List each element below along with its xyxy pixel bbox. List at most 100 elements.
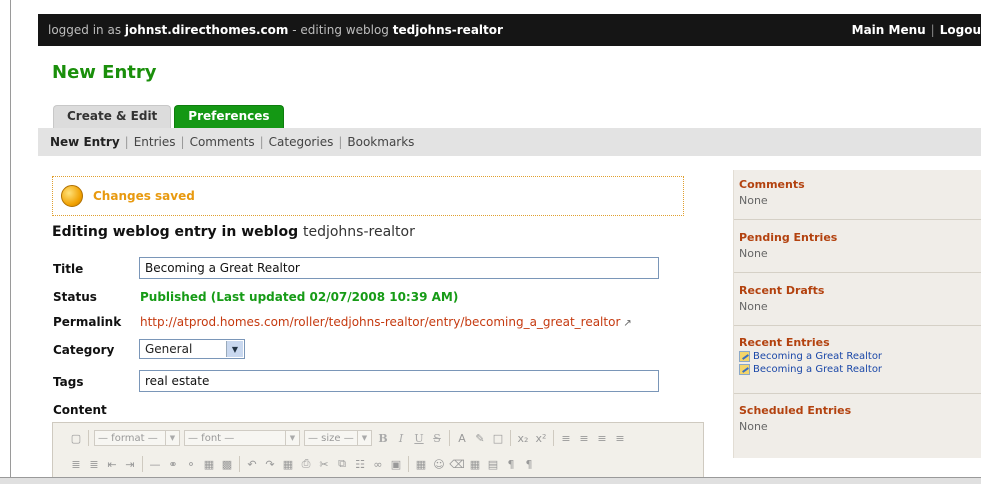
notice-icon (61, 185, 83, 207)
chevron-down-icon: ▼ (357, 431, 371, 445)
paste-icon[interactable]: ☷ (351, 455, 369, 473)
insert-image-icon[interactable]: ▦ (200, 455, 218, 473)
indent-icon[interactable]: ⇥ (121, 455, 139, 473)
size-select[interactable]: — size — ▼ (304, 430, 372, 446)
eraser-icon[interactable]: ⌫ (448, 455, 466, 473)
text-box-icon[interactable]: □ (489, 429, 507, 447)
subnav-separator: | (338, 135, 343, 149)
recent-entry-link[interactable]: Becoming a Great Realtor (739, 364, 981, 375)
superscript-icon[interactable]: x² (532, 429, 550, 447)
sidebar-title-pending[interactable]: Pending Entries (739, 231, 981, 244)
tags-input[interactable] (139, 370, 659, 392)
subnav-bookmarks[interactable]: Bookmarks (347, 135, 414, 149)
main-menu-link[interactable]: Main Menu (852, 23, 926, 37)
subscript-icon[interactable]: x₂ (514, 429, 532, 447)
ordered-list-icon[interactable]: ≣ (67, 455, 85, 473)
select-all-icon[interactable]: ▦ (279, 455, 297, 473)
highlight-color-icon[interactable]: ✎ (471, 429, 489, 447)
chevron-down-icon[interactable]: ▼ (226, 341, 243, 357)
html-mode-icon[interactable]: ▢ (67, 429, 85, 447)
unlink-icon[interactable]: ⚬ (182, 455, 200, 473)
subnav-separator: | (124, 135, 129, 149)
cut-icon[interactable]: ✂ (315, 455, 333, 473)
subnav-entries[interactable]: Entries (134, 135, 176, 149)
align-left-icon[interactable]: ≡ (557, 429, 575, 447)
permalink-text[interactable]: http://atprod.homes.com/roller/tedjohns-… (140, 315, 620, 329)
insert-char-icon[interactable]: ∞ (369, 455, 387, 473)
title-label: Title (53, 262, 84, 276)
sub-navigation: New Entry | Entries | Comments | Categories | Bo… (38, 128, 981, 156)
font-select[interactable]: — font — ▼ (184, 430, 300, 446)
tab-create-edit[interactable]: Create & Edit (53, 105, 172, 128)
sidebar-empty-comments: None (739, 194, 768, 207)
sidebar-title-comments[interactable]: Comments (739, 178, 981, 191)
toolbar-separator (449, 430, 450, 446)
top-links: Main Menu | Logou (852, 23, 981, 37)
italic-icon[interactable]: I (392, 429, 410, 447)
current-weblog: tedjohns-realtor (392, 23, 503, 37)
permalink-label: Permalink (53, 315, 122, 329)
logout-link[interactable]: Logou (940, 23, 981, 37)
insert-table-icon[interactable]: ▩ (218, 455, 236, 473)
rich-text-editor: ▢ — format — ▼ — font — ▼ — size — ▼ B I U … (52, 422, 704, 480)
category-selected-value: General (145, 342, 193, 356)
insert-object-icon[interactable]: ▣ (387, 455, 405, 473)
insert-media-icon[interactable]: ▦ (412, 455, 430, 473)
editor-toolbar-row-2: ≣ ≣ ⇤ ⇥ — ⚭ ⚬ ▦ ▩ ↶ ↷ ▦ ⎙ ✂ ⧉ ☷ ∞ ▣ ▦ ☺ … (67, 453, 538, 475)
redo-icon[interactable]: ↷ (261, 455, 279, 473)
subnav-comments[interactable]: Comments (190, 135, 255, 149)
subnav-separator: | (180, 135, 185, 149)
print-icon[interactable]: ⎙ (297, 455, 315, 473)
unordered-list-icon[interactable]: ≣ (85, 455, 103, 473)
sidebar-section-drafts: Recent Drafts None (739, 284, 981, 313)
undo-icon[interactable]: ↶ (243, 455, 261, 473)
align-justify-icon[interactable]: ≡ (611, 429, 629, 447)
sidebar-title-drafts[interactable]: Recent Drafts (739, 284, 981, 297)
rtl-icon[interactable]: ¶ (520, 455, 538, 473)
subnav-categories[interactable]: Categories (269, 135, 334, 149)
ltr-icon[interactable]: ¶ (502, 455, 520, 473)
toolbar-separator (408, 456, 409, 472)
status-label: Status (53, 290, 97, 304)
strikethrough-icon[interactable]: S (428, 429, 446, 447)
sidebar-section-pending: Pending Entries None (739, 231, 981, 260)
underline-icon[interactable]: U (410, 429, 428, 447)
align-right-icon[interactable]: ≡ (593, 429, 611, 447)
recent-entry-title[interactable]: Becoming a Great Realtor (753, 351, 882, 362)
sidebar-section-comments: Comments None (739, 178, 981, 207)
permalink-link[interactable]: http://atprod.homes.com/roller/tedjohns-… (140, 315, 632, 329)
title-input[interactable] (139, 257, 659, 279)
underline-glyph: U (414, 431, 424, 445)
horizontal-rule-icon[interactable]: — (146, 455, 164, 473)
insert-link-icon[interactable]: ⚭ (164, 455, 182, 473)
tab-preferences[interactable]: Preferences (174, 105, 284, 128)
sidebar-title-recent[interactable]: Recent Entries (739, 336, 981, 349)
recent-entry-title[interactable]: Becoming a Great Realtor (753, 364, 882, 375)
sidebar-section-recent: Recent Entries Becoming a Great Realtor … (739, 336, 981, 375)
bold-icon[interactable]: B (374, 429, 392, 447)
sidebar-title-scheduled[interactable]: Scheduled Entries (739, 404, 981, 417)
sidebar-empty-drafts: None (739, 300, 768, 313)
chevron-down-icon: ▼ (165, 431, 179, 445)
content-label: Content (53, 403, 107, 417)
sidebar-empty-pending: None (739, 247, 768, 260)
subnav-new-entry[interactable]: New Entry (50, 135, 120, 149)
font-select-value: — font — (188, 432, 235, 444)
outdent-icon[interactable]: ⇤ (103, 455, 121, 473)
top-bar: logged in as johnst.directhomes.com - ed… (38, 14, 981, 46)
anchor-icon[interactable]: ▦ (466, 455, 484, 473)
recent-entry-link[interactable]: Becoming a Great Realtor (739, 351, 981, 362)
page-break-icon[interactable]: ▤ (484, 455, 502, 473)
insert-smiley-icon[interactable]: ☺ (430, 455, 448, 473)
login-info: logged in as johnst.directhomes.com - ed… (38, 23, 503, 37)
window-left-edge (0, 0, 11, 483)
format-select-value: — format — (98, 432, 158, 444)
external-link-icon: ↗ (623, 318, 632, 329)
format-select[interactable]: — format — ▼ (94, 430, 180, 446)
category-select[interactable]: General ▼ (139, 339, 245, 359)
text-color-icon[interactable]: A (453, 429, 471, 447)
editor-toolbar-row-1: ▢ — format — ▼ — font — ▼ — size — ▼ B I U … (67, 427, 629, 449)
copy-icon[interactable]: ⧉ (333, 455, 351, 473)
size-select-value: — size — (308, 432, 354, 444)
align-center-icon[interactable]: ≡ (575, 429, 593, 447)
